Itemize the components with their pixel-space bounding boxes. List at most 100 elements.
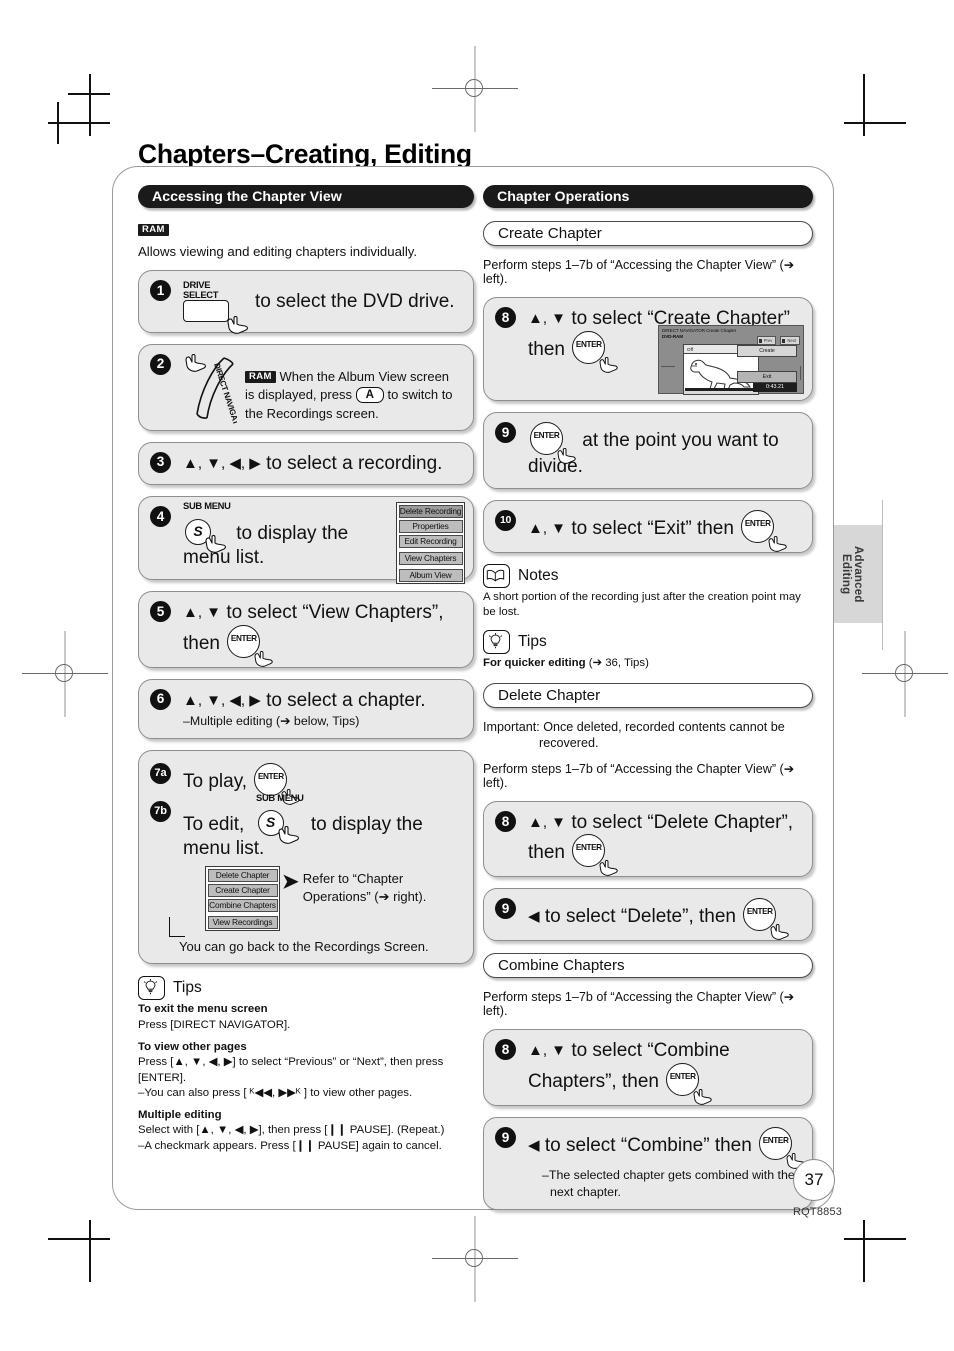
tv-screen-nav-tags: Prev Next bbox=[756, 336, 800, 345]
pointing-hand-icon bbox=[254, 650, 273, 667]
step-7a-number: 7a bbox=[150, 763, 171, 785]
step-1-number: 1 bbox=[150, 280, 171, 302]
svg-text:DIRECT NAVIGATOR: DIRECT NAVIGATOR bbox=[212, 361, 237, 423]
recordings-menu-list: Delete Recording Properties Edit Recordi… bbox=[396, 502, 465, 585]
sub-menu-button[interactable]: S bbox=[257, 810, 299, 845]
tip-head-2: Multiple editing bbox=[138, 1109, 222, 1122]
doc-code: RQT8853 bbox=[793, 1206, 843, 1218]
tip-line-1-0: Press [▲, ▼, ◀, ▶] to select “Previous” … bbox=[138, 1056, 444, 1069]
sub-menu-button-label: S bbox=[265, 814, 276, 831]
step-3-arrows: ▲, ▼, ◀, ▶ bbox=[183, 454, 261, 472]
registration-mark-bottom bbox=[432, 1216, 518, 1302]
sub-menu-caption: SUB MENU bbox=[256, 792, 304, 804]
tv-tag-prev[interactable]: Prev bbox=[756, 336, 777, 345]
side-tab-rule bbox=[882, 500, 883, 650]
step-4: 4 SUB MENU S to display the menu list. D… bbox=[138, 496, 474, 585]
page-number: 37 bbox=[793, 1159, 835, 1201]
menu-item-edit-recording[interactable]: Edit Recording bbox=[398, 534, 463, 548]
tv-screen-title: DIRECT NAVIGATOR Create Chapter bbox=[662, 328, 737, 333]
page-frame: Accessing the Chapter View RAM Allows vi… bbox=[112, 166, 834, 1211]
delete-step-8-text: to select “Delete Chapter”, bbox=[571, 811, 794, 833]
step-5-number: 5 bbox=[150, 601, 171, 623]
tip-head-0: To exit the menu screen bbox=[138, 1003, 268, 1016]
menu-item-properties[interactable]: Properties bbox=[398, 519, 463, 533]
enter-button[interactable]: ENTER bbox=[530, 422, 576, 464]
crop-mark-tr-h bbox=[844, 122, 906, 124]
step-7-footer: You can go back to the Recordings Screen… bbox=[179, 939, 429, 955]
section-header-accessing-chapter-view: Accessing the Chapter View bbox=[138, 185, 474, 208]
step-3-number: 3 bbox=[150, 451, 171, 473]
sub-menu-button[interactable]: S bbox=[185, 519, 226, 553]
tips-body: For quicker editing (➔ 36, Tips) bbox=[483, 656, 813, 671]
create-step-10-text: to select “Exit” then bbox=[571, 517, 734, 539]
sub-menu-caption: SUB MENU bbox=[183, 500, 231, 512]
pointing-hand-icon bbox=[599, 860, 618, 877]
intro-text: Allows viewing and editing chapters indi… bbox=[138, 244, 418, 259]
tips-header: Tips bbox=[483, 629, 813, 654]
combine-step-8: 8 ▲, ▼ to select “Combine Chapters”, the… bbox=[483, 1029, 813, 1106]
menu-item-view-chapters[interactable]: View Chapters bbox=[398, 551, 463, 565]
ram-chip: RAM bbox=[245, 370, 276, 384]
subheading-delete-chapter: Delete Chapter bbox=[483, 682, 813, 708]
tv-button-create[interactable]: Create bbox=[737, 345, 797, 357]
notes-body: A short portion of the recording just af… bbox=[483, 590, 801, 618]
menu-item-create-chapter[interactable]: Create Chapter bbox=[207, 883, 278, 897]
lightbulb-icon bbox=[483, 629, 510, 654]
step-2-text-c: to switch to bbox=[387, 387, 453, 403]
enter-button[interactable]: ENTER bbox=[743, 898, 789, 941]
enter-button[interactable]: ENTER bbox=[572, 330, 618, 373]
enter-button-label: ENTER bbox=[746, 907, 773, 917]
crop-mark-bl-v bbox=[89, 1220, 91, 1282]
menu-item-combine-chapters[interactable]: Combine Chapters bbox=[207, 898, 278, 912]
enter-button[interactable]: ENTER bbox=[666, 1063, 712, 1105]
menu-item-view-recordings[interactable]: View Recordings bbox=[207, 915, 278, 929]
enter-button[interactable]: ENTER bbox=[572, 834, 618, 877]
direct-navigator-button[interactable]: DIRECT NAVIGATOR bbox=[183, 353, 237, 424]
combine-step-9-arrows: ◀ bbox=[528, 1137, 540, 1154]
step-5: 5 ▲, ▼ to select “View Chapters”, then E… bbox=[138, 591, 474, 668]
tips-body: To exit the menu screen Press [DIRECT NA… bbox=[138, 1002, 474, 1154]
crop-mark-tl-v bbox=[89, 74, 91, 136]
sub-menu-button-label: S bbox=[193, 523, 203, 540]
step-6-text: to select a chapter. bbox=[266, 689, 426, 711]
enter-button[interactable]: ENTER bbox=[741, 509, 787, 552]
enter-button-label: ENTER bbox=[575, 339, 602, 349]
delete-step-9-number: 9 bbox=[495, 898, 516, 920]
section-header-label: Accessing the Chapter View bbox=[152, 188, 342, 205]
delete-step-9-arrows: ◀ bbox=[528, 908, 540, 926]
registration-mark-top bbox=[432, 46, 518, 132]
subheading-label: Create Chapter bbox=[498, 225, 602, 242]
column-left: Accessing the Chapter View RAM Allows vi… bbox=[138, 185, 474, 1154]
enter-button-label: ENTER bbox=[533, 431, 560, 440]
enter-button-label: ENTER bbox=[762, 1136, 789, 1145]
delete-step-9-text: to select “Delete”, then bbox=[544, 906, 736, 928]
combine-step-8-text2: Chapters”, then bbox=[528, 1071, 659, 1092]
step-3-text: to select a recording. bbox=[266, 452, 443, 474]
delete-step-8-number: 8 bbox=[495, 810, 516, 832]
enter-button-label: ENTER bbox=[669, 1072, 696, 1081]
menu-item-delete-chapter[interactable]: Delete Chapter bbox=[207, 868, 278, 882]
step-6-number: 6 bbox=[150, 688, 171, 710]
combine-step-8-arrows: ▲, ▼ bbox=[528, 1042, 567, 1060]
pointing-hand-icon bbox=[768, 535, 787, 552]
a-button[interactable]: A bbox=[355, 387, 384, 404]
refer-arrow-icon: ➤ bbox=[282, 871, 299, 894]
enter-button[interactable]: ENTER bbox=[227, 624, 273, 667]
create-step-10-arrows: ▲, ▼ bbox=[528, 519, 567, 537]
step-2-text-b: is displayed, press bbox=[245, 387, 352, 403]
enter-button[interactable]: ENTER bbox=[759, 1127, 805, 1169]
step-4-body: S to display the menu list. bbox=[183, 506, 383, 569]
enter-button-label: ENTER bbox=[257, 772, 284, 782]
enter-button-label: ENTER bbox=[744, 518, 771, 528]
tv-button-exit[interactable]: Exit bbox=[737, 371, 797, 383]
delete-step-8-body: ▲, ▼ to select “Delete Chapter”, then EN… bbox=[528, 811, 802, 877]
tv-tag-next[interactable]: Next bbox=[780, 336, 800, 345]
drive-select-button[interactable] bbox=[183, 299, 229, 322]
section-header-chapter-operations: Chapter Operations bbox=[483, 185, 813, 208]
pointing-hand-icon bbox=[770, 924, 789, 941]
crop-mark-br-v bbox=[863, 1220, 865, 1282]
menu-item-delete-recording[interactable]: Delete Recording bbox=[398, 504, 463, 518]
create-step-9-text: at the point you want to divide. bbox=[528, 430, 779, 477]
tv-progress-strip bbox=[685, 388, 755, 391]
menu-item-album-view[interactable]: Album View bbox=[398, 568, 463, 582]
